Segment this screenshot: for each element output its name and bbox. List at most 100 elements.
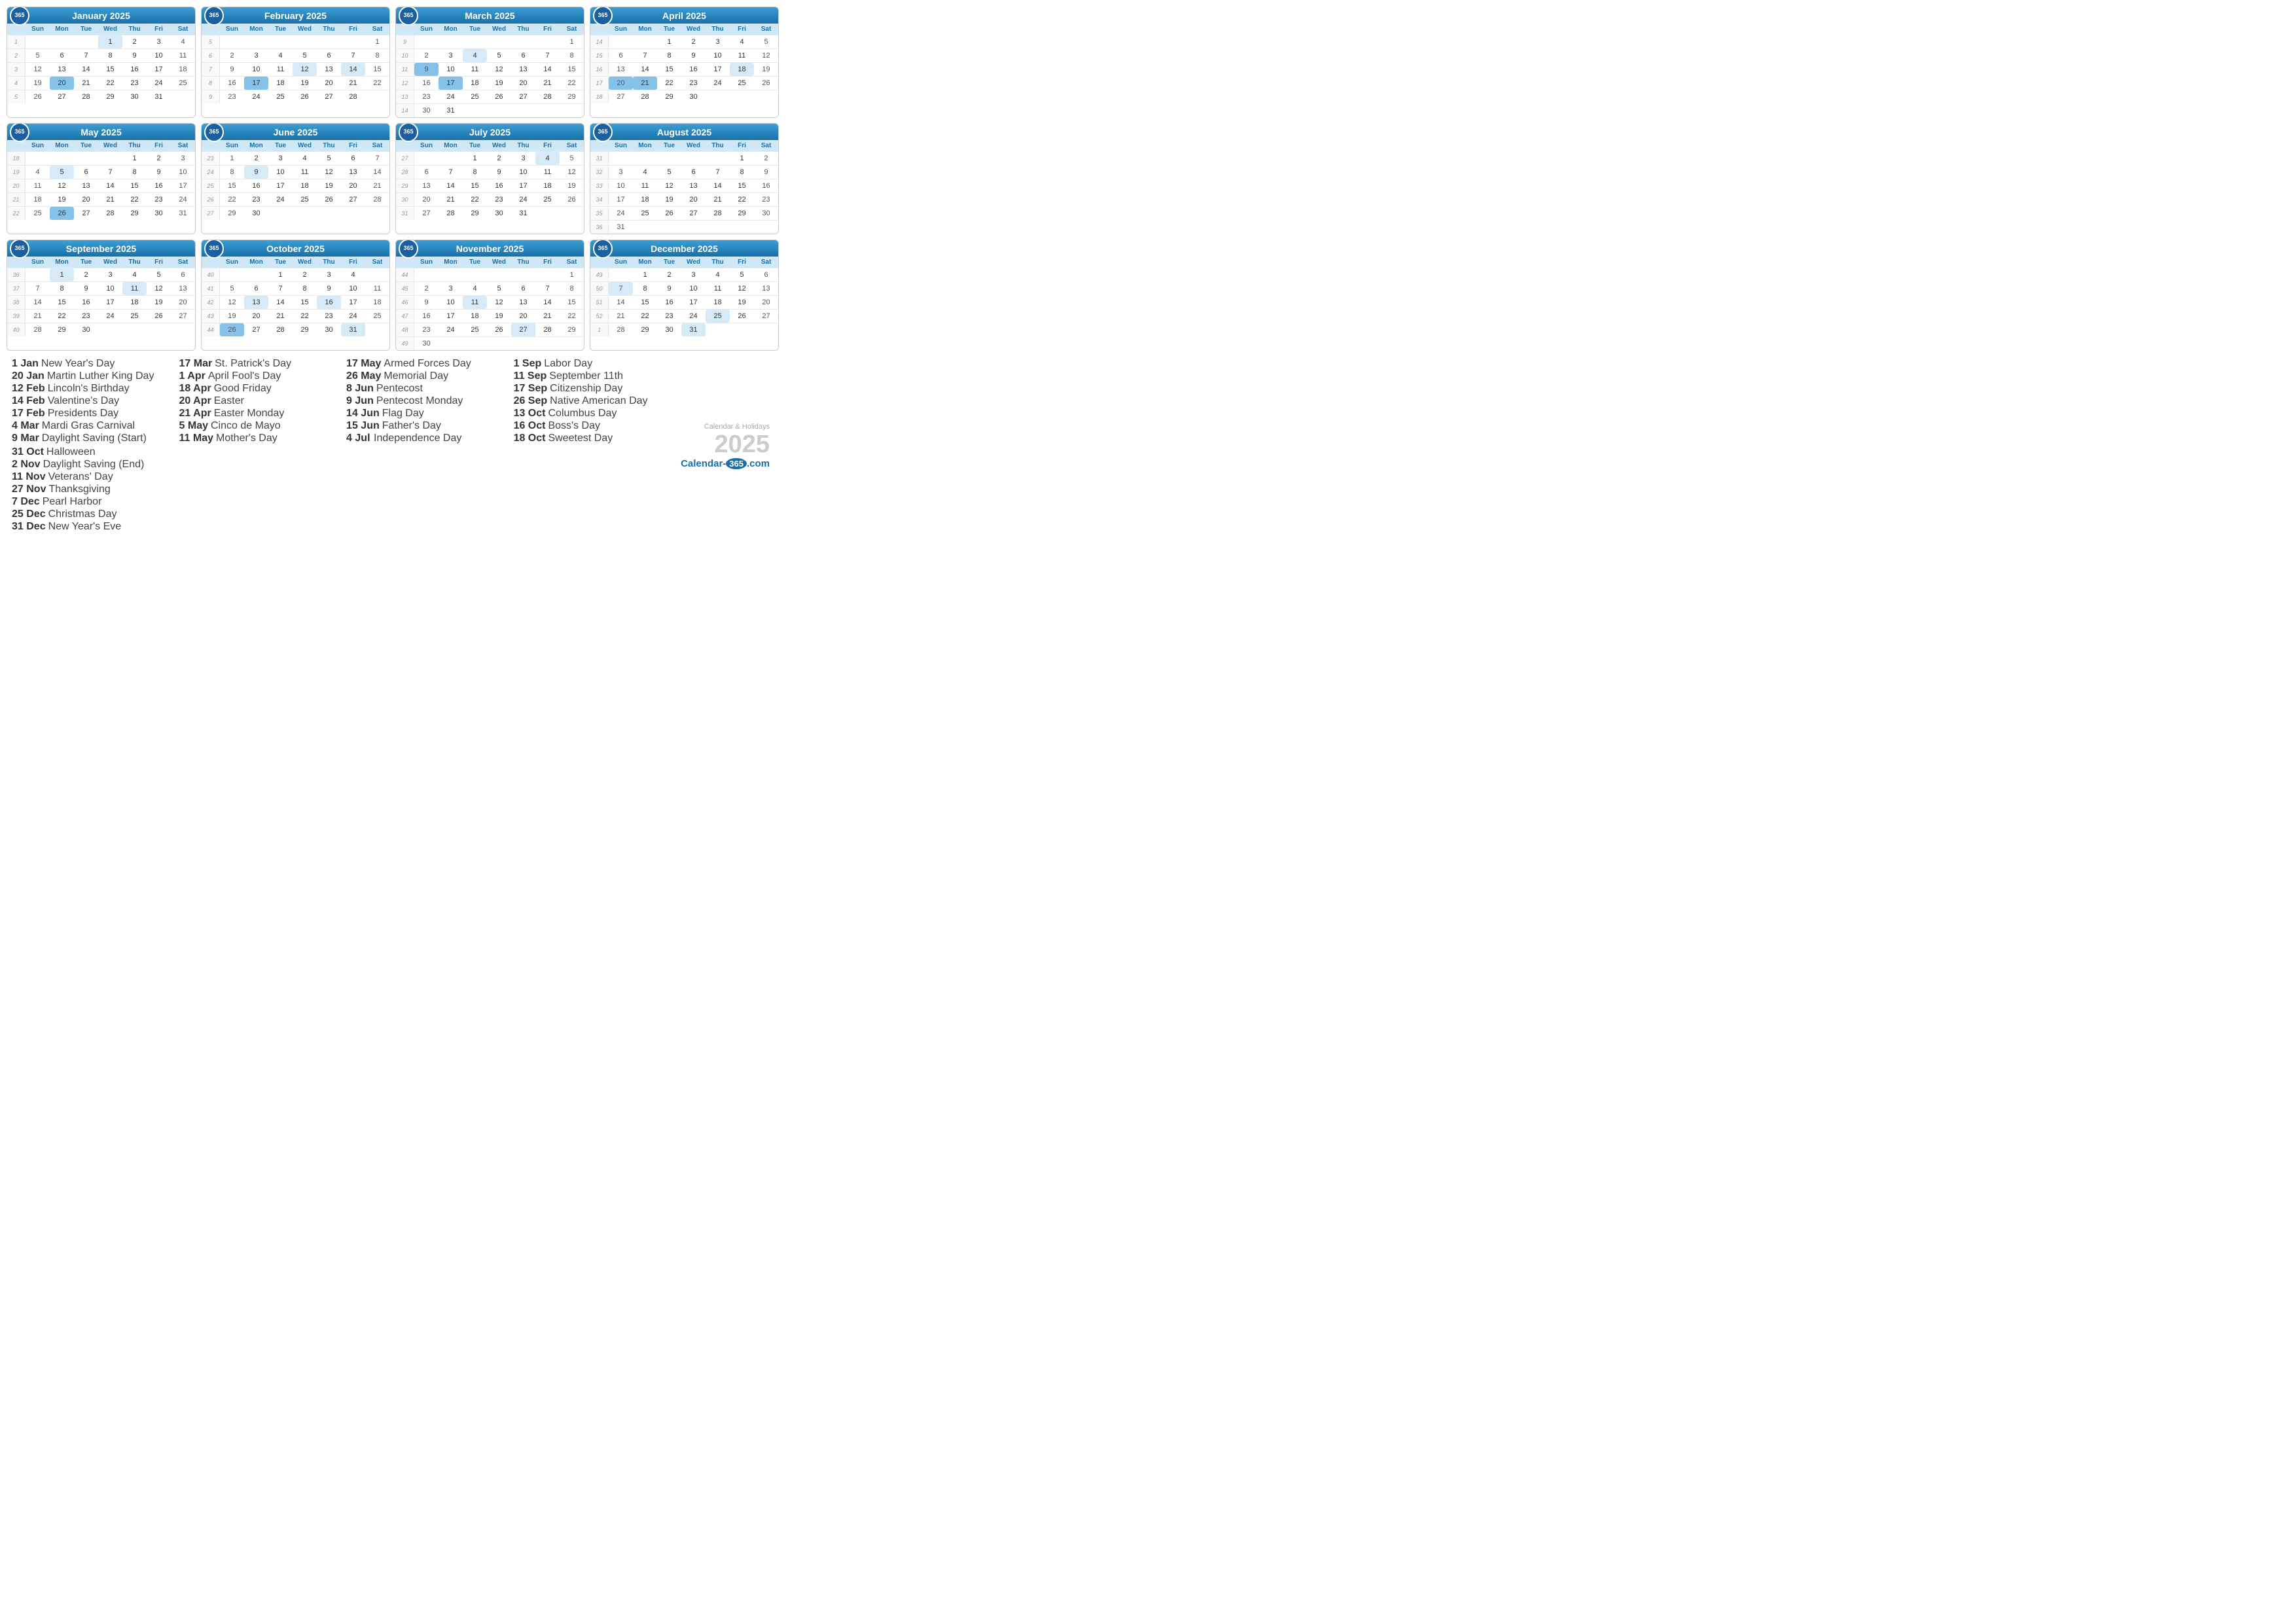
- day-cell: 12: [220, 296, 244, 309]
- day-cell: 12: [754, 49, 778, 62]
- day-cell: 3: [439, 282, 463, 295]
- day-cell: 8: [633, 282, 657, 295]
- day-headers-row: SunMonTueWedThuFriSat: [590, 140, 778, 151]
- badge-365: 365: [204, 240, 224, 259]
- day-cell: 30: [414, 337, 439, 350]
- day-cell: 9: [244, 166, 268, 179]
- day-cell: 5: [293, 49, 317, 62]
- day-cell: 3: [681, 268, 706, 281]
- week-number: 50: [590, 282, 609, 295]
- day-cell: [754, 323, 778, 336]
- day-cell: 8: [657, 49, 681, 62]
- holiday-row: 4 MarMardi Gras Carnival: [12, 420, 174, 432]
- day-cell: 30: [244, 207, 268, 220]
- day-cell: 20: [754, 296, 778, 309]
- holiday-name: Good Friday: [214, 383, 272, 395]
- badge-365: 365: [10, 123, 29, 142]
- day-cell: 17: [98, 296, 122, 309]
- holiday-date: 11 May: [179, 433, 213, 444]
- day-cell: 12: [317, 166, 341, 179]
- day-cell: 28: [341, 90, 365, 103]
- week-number: 39: [7, 310, 26, 323]
- week-row: 2622232425262728: [202, 192, 389, 206]
- day-cell: 5: [317, 152, 341, 165]
- day-headers-row: SunMonTueWedThuFriSat: [202, 140, 389, 151]
- day-cell: 15: [220, 179, 244, 192]
- day-cell: 16: [147, 179, 171, 192]
- month-card-3: 365March 2025SunMonTueWedThuFriSat911023…: [395, 7, 584, 118]
- week-row: 3921222324252627: [7, 309, 195, 323]
- week-number: 31: [590, 152, 609, 165]
- day-cell: 31: [341, 323, 365, 336]
- day-cell: 17: [147, 63, 171, 76]
- day-cell: 13: [681, 179, 706, 192]
- day-cell: [317, 207, 341, 220]
- day-cell: 1: [633, 268, 657, 281]
- day-cell: 22: [463, 193, 487, 206]
- day-cell: [754, 221, 778, 234]
- week-number: 32: [590, 166, 609, 179]
- month-title: January 2025: [72, 10, 130, 21]
- day-cell: 23: [487, 193, 511, 206]
- month-header: 365April 2025: [590, 7, 778, 24]
- day-cell: 30: [681, 90, 706, 103]
- holiday-date: 14 Jun: [346, 408, 380, 419]
- week-row: 312728293031: [396, 206, 584, 220]
- week-row: 4716171819202122: [396, 309, 584, 323]
- day-cell: 27: [511, 90, 535, 103]
- day-cell: [560, 104, 584, 117]
- month-header: 365October 2025: [202, 240, 389, 257]
- day-cell: 14: [341, 63, 365, 76]
- day-cell: 22: [220, 193, 244, 206]
- day-cell: 11: [171, 49, 195, 62]
- week-number: 43: [202, 310, 220, 323]
- day-cell: 7: [74, 49, 98, 62]
- day-cell: 11: [730, 49, 754, 62]
- day-cell: 11: [706, 282, 730, 295]
- week-row: 119101112131415: [396, 62, 584, 76]
- day-cell: 12: [293, 63, 317, 76]
- day-cell: 11: [365, 282, 389, 295]
- day-cell: [414, 152, 439, 165]
- day-cell: 14: [74, 63, 98, 76]
- day-cell: 23: [657, 310, 681, 323]
- holiday-name: Pearl Harbor: [43, 496, 102, 508]
- week-number: 44: [202, 323, 220, 336]
- day-cell: 24: [681, 310, 706, 323]
- holiday-row: 17 MarSt. Patrick's Day: [179, 358, 342, 370]
- day-cell: 29: [657, 90, 681, 103]
- day-cell: [681, 152, 706, 165]
- day-cell: [317, 35, 341, 48]
- week-row: 2567891011: [7, 48, 195, 62]
- day-cell: 6: [317, 49, 341, 62]
- day-cell: 14: [535, 63, 560, 76]
- day-cell: 27: [754, 310, 778, 323]
- day-cell: [730, 221, 754, 234]
- week-row: 36123456: [7, 268, 195, 281]
- day-cell: 4: [730, 35, 754, 48]
- day-cell: 7: [26, 282, 50, 295]
- week-number: 28: [396, 166, 414, 179]
- day-cell: 19: [730, 296, 754, 309]
- day-cell: 7: [98, 166, 122, 179]
- day-cell: 17: [439, 310, 463, 323]
- holiday-row: 31 OctHalloween: [12, 446, 174, 458]
- day-cell: 30: [122, 90, 147, 103]
- week-row: 312131415161718: [7, 62, 195, 76]
- day-cell: 6: [50, 49, 74, 62]
- holiday-name: Pentecost Monday: [376, 395, 463, 407]
- day-cell: [439, 152, 463, 165]
- week-number: 9: [396, 35, 414, 48]
- day-cell: 13: [754, 282, 778, 295]
- badge-365: 365: [399, 123, 418, 142]
- day-cell: 15: [560, 63, 584, 76]
- day-cell: 18: [365, 296, 389, 309]
- week-row: 3814151617181920: [7, 295, 195, 309]
- day-cell: 6: [74, 166, 98, 179]
- day-cell: 25: [293, 193, 317, 206]
- day-cell: 5: [657, 166, 681, 179]
- holiday-name: Christmas Day: [48, 508, 117, 520]
- day-cell: 29: [560, 90, 584, 103]
- day-cell: 18: [268, 77, 293, 90]
- holiday-date: 5 May: [179, 420, 208, 432]
